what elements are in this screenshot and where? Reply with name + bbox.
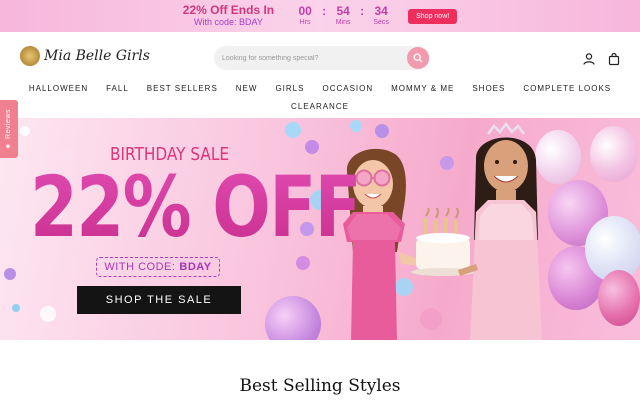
section-title: Best Selling Styles [239, 376, 401, 396]
confetti [20, 126, 30, 136]
nav-item-mommy-and-me[interactable]: MOMMY & ME [382, 82, 463, 96]
nav-item-best-sellers[interactable]: BEST SELLERS [138, 82, 227, 96]
search-input[interactable] [222, 46, 402, 70]
timer-minutes: 54 Mins [332, 3, 354, 28]
nav-item-new[interactable]: NEW [227, 82, 267, 96]
confetti [305, 140, 319, 154]
timer-hours: 00 Hrs [294, 3, 316, 28]
promo-title: 22% Off Ends In [182, 3, 275, 17]
star-icon: ★ [5, 138, 12, 150]
shop-now-button[interactable]: Shop now! [408, 8, 458, 24]
confetti [296, 256, 310, 270]
confetti [285, 122, 301, 138]
promo-text: 22% Off Ends In With code: BDAY [183, 4, 274, 28]
balloon [265, 296, 321, 340]
timer-seconds: 34 Secs [370, 3, 392, 28]
timer-minutes-label: Mins [335, 18, 351, 26]
code-value: BDAY [179, 261, 212, 273]
girl-with-tiara-image [458, 121, 542, 340]
nav-row-2: CLEARANCE [0, 100, 640, 114]
balloon [598, 270, 640, 326]
nav-item-girls[interactable]: GIRLS [266, 82, 313, 96]
timer-hours-value: 00 [298, 3, 312, 18]
logo-rose-icon [20, 46, 40, 66]
confetti [350, 120, 362, 132]
nav-item-clearance[interactable]: CLEARANCE [282, 100, 358, 114]
search-button[interactable] [407, 47, 429, 69]
promo-code: With code: BDAY [194, 17, 263, 27]
timer-minutes-value: 54 [336, 3, 350, 18]
reviews-text: Reviews [5, 108, 12, 139]
site-header: Mia Belle Girls [0, 32, 640, 80]
code-prefix: WITH CODE: [104, 261, 176, 273]
reviews-label: ★ Reviews [5, 109, 13, 150]
promo-code-box: WITH CODE: BDAY [96, 257, 220, 277]
logo[interactable]: Mia Belle Girls [20, 46, 150, 66]
search-icon [413, 53, 423, 63]
nav-row: HALLOWEEN FALL BEST SELLERS NEW GIRLS OC… [0, 82, 640, 96]
shop-the-sale-button[interactable]: SHOP THE SALE [77, 286, 241, 314]
promo-bar: 22% Off Ends In With code: BDAY 00 Hrs :… [0, 0, 640, 32]
search-bar [214, 46, 430, 70]
hero-headline: 22% OFF [30, 158, 362, 256]
cart-icon[interactable] [607, 52, 621, 66]
confetti [440, 156, 454, 170]
nav-item-occasion[interactable]: OCCASION [313, 82, 382, 96]
account-icon[interactable] [582, 52, 596, 66]
confetti [375, 124, 389, 138]
nav-item-halloween[interactable]: HALLOWEEN [20, 82, 97, 96]
confetti [4, 268, 16, 280]
balloon [590, 126, 638, 182]
timer-separator: : [322, 3, 327, 18]
timer-hours-label: Hrs [299, 18, 311, 26]
confetti [40, 306, 56, 322]
countdown-timer: 00 Hrs : 54 Mins : 34 Secs [294, 3, 392, 28]
reviews-tab[interactable]: ★ Reviews [0, 100, 18, 158]
nav-item-complete-looks[interactable]: COMPLETE LOOKS [514, 82, 620, 96]
main-nav: HALLOWEEN FALL BEST SELLERS NEW GIRLS OC… [0, 80, 640, 116]
logo-text: Mia Belle Girls [44, 48, 150, 64]
confetti [12, 304, 20, 312]
timer-seconds-label: Secs [373, 18, 389, 26]
timer-seconds-value: 34 [374, 3, 388, 18]
hero-banner[interactable]: BIRTHDAY SALE 22% OFF WITH CODE: BDAY SHO… [0, 118, 640, 340]
nav-item-shoes[interactable]: SHOES [463, 82, 514, 96]
nav-item-fall[interactable]: FALL [97, 82, 138, 96]
timer-separator: : [360, 3, 365, 18]
